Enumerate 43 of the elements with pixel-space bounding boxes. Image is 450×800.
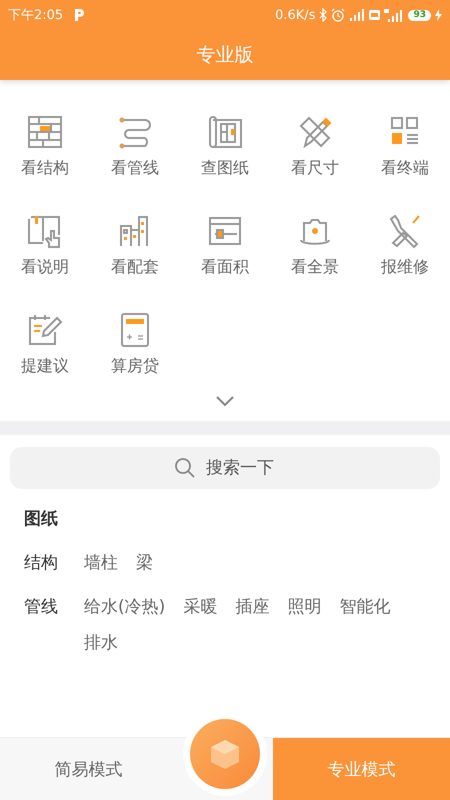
search-icon [174,457,196,479]
feature-button[interactable]: 提建议 [0,312,90,377]
page-title: 专业版 [196,43,254,68]
category-label: 结构 [24,552,59,574]
mode-tab[interactable]: 简易模式 [0,738,177,800]
book-hand-icon [27,213,63,249]
category-label: 管线 [24,596,59,618]
battery-indicator: 93 [408,10,431,20]
feature-button[interactable]: 查图纸 [180,114,270,179]
feature-button[interactable]: 报维修 [360,213,450,278]
category-link[interactable]: 排水 [84,632,118,654]
alarm-icon [331,8,346,22]
section-title: 图纸 [24,508,59,530]
feature-button[interactable]: 看全景 [270,213,360,278]
parking-icon [73,8,86,22]
category-link[interactable]: 梁 [136,552,153,574]
notepad-pencil-icon [27,312,63,348]
category-link[interactable]: 插座 [235,596,270,618]
category-link[interactable]: 采暖 [183,596,218,618]
category-link[interactable]: 智能化 [339,596,390,618]
expand-chevron-icon[interactable] [215,395,235,407]
category-link[interactable]: 给水(冷热) [84,596,166,618]
blueprint-icon [207,114,243,150]
category-link[interactable]: 照明 [287,596,322,618]
feature-button[interactable]: 看结构 [0,114,90,179]
feature-button[interactable]: 看管线 [90,114,180,179]
brick-wall-icon [27,114,63,150]
signal-4g-icon [384,8,404,22]
feature-button[interactable]: 看配套 [90,213,180,278]
bluetooth-icon [319,8,328,22]
home-action-button[interactable] [190,719,260,789]
charging-icon [435,9,442,21]
search-field[interactable]: 搜索一下 [10,447,440,489]
feature-button[interactable]: 看面积 [180,213,270,278]
feature-button[interactable]: 算房贷 [90,312,180,377]
feature-button[interactable]: 看说明 [0,213,90,278]
signal-icon [349,9,366,21]
pencil-ruler-icon [297,114,333,150]
feature-button[interactable]: 看尺寸 [270,114,360,179]
status-time: 下午2:05 [8,7,64,24]
category-link[interactable]: 墙柱 [84,552,118,574]
network-speed: 0.6K/s [275,8,316,22]
feature-button[interactable]: 看终端 [360,114,450,179]
